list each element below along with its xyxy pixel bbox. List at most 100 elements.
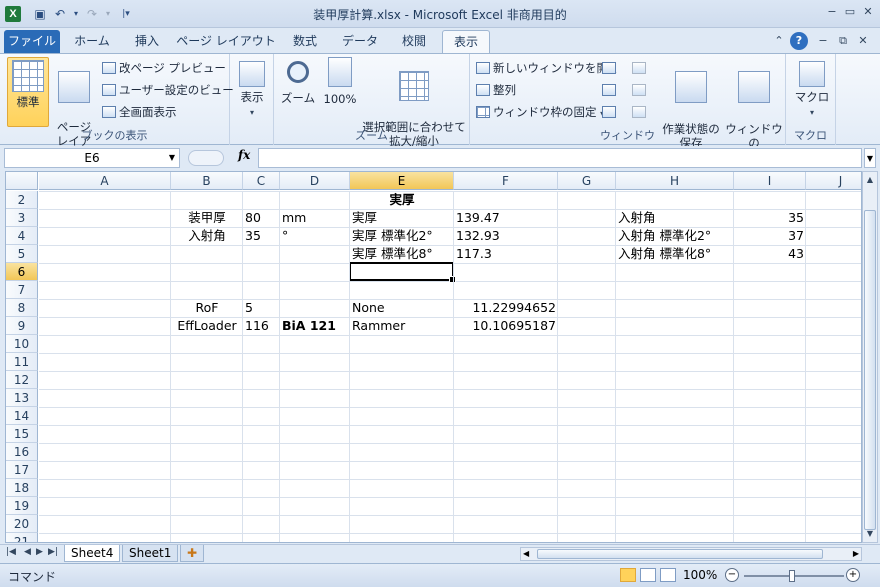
cell-h5[interactable]: 入射角 標準化8° [616, 245, 734, 263]
column-header-d[interactable]: D [280, 172, 350, 190]
row-header-16[interactable]: 16 [6, 443, 38, 461]
column-header-b[interactable]: B [171, 172, 243, 190]
unhide-button[interactable] [602, 103, 619, 121]
zoom-button[interactable]: ズーム [278, 57, 318, 105]
cell-b3[interactable]: 装甲厚 [171, 209, 243, 227]
insert-function-icon[interactable]: fx [238, 148, 250, 162]
row-header-11[interactable]: 11 [6, 353, 38, 371]
tab-page-layout[interactable]: ページ レイアウト [176, 30, 276, 53]
cell-e8[interactable]: None [350, 299, 454, 317]
row-header-12[interactable]: 12 [6, 371, 38, 389]
tab-review[interactable]: 校閲 [392, 30, 436, 53]
cell-d3[interactable]: mm [280, 209, 350, 227]
row-header-14[interactable]: 14 [6, 407, 38, 425]
cell-b8[interactable]: RoF [171, 299, 243, 317]
cell-f3[interactable]: 139.47 [454, 209, 558, 227]
cell-i3[interactable]: 35 [734, 209, 806, 227]
cell-f9[interactable]: 10.10695187 [454, 317, 558, 335]
select-all-corner[interactable] [6, 172, 38, 190]
cell-e5[interactable]: 実厚 標準化8° [350, 245, 454, 263]
normal-view-button[interactable]: 標準 [7, 57, 49, 127]
page-layout-status-icon[interactable] [640, 568, 656, 582]
cell-e2[interactable]: 実厚 [350, 191, 454, 209]
zoom-out-icon[interactable]: − [725, 568, 739, 582]
column-header-c[interactable]: C [243, 172, 280, 190]
show-button[interactable]: 表示 ▾ [234, 57, 270, 120]
workbook-minimize-button[interactable]: − [814, 32, 832, 50]
custom-views-button[interactable]: ユーザー設定のビュー [102, 81, 234, 99]
reset-window-position-button[interactable] [632, 103, 649, 121]
freeze-panes-button[interactable]: ウィンドウ枠の固定 ▾ [476, 103, 604, 121]
cell-c4[interactable]: 35 [243, 227, 280, 245]
row-header-13[interactable]: 13 [6, 389, 38, 407]
cell-i5[interactable]: 43 [734, 245, 806, 263]
page-break-status-icon[interactable] [660, 568, 676, 582]
full-screen-button[interactable]: 全画面表示 [102, 103, 177, 121]
tab-insert[interactable]: 挿入 [124, 30, 170, 53]
hide-button[interactable] [602, 81, 619, 99]
formula-input[interactable] [258, 148, 862, 168]
name-box[interactable]: E6 ▼ [4, 148, 180, 168]
maximize-button[interactable]: ▭ [840, 4, 860, 20]
tab-data[interactable]: データ [334, 30, 386, 53]
sheet-tab-sheet1[interactable]: Sheet1 [122, 545, 179, 562]
cell-f5[interactable]: 117.3 [454, 245, 558, 263]
expand-formula-bar-icon[interactable]: ▼ [864, 148, 876, 168]
scroll-down-icon[interactable]: ▼ [863, 526, 877, 542]
minimize-button[interactable]: − [822, 4, 842, 20]
tab-view[interactable]: 表示 [442, 30, 490, 53]
vertical-scrollbar[interactable]: ▲ ▼ [862, 171, 878, 543]
first-sheet-icon[interactable]: |◀ [6, 547, 16, 557]
sheet-tab-sheet4[interactable]: Sheet4 [64, 545, 121, 562]
cell-e3[interactable]: 実厚 [350, 209, 454, 227]
prev-sheet-icon[interactable]: ◀ [24, 547, 31, 557]
row-header-8[interactable]: 8 [6, 299, 38, 317]
cell-c8[interactable]: 5 [243, 299, 280, 317]
page-break-preview-button[interactable]: 改ページ プレビュー [102, 59, 226, 77]
horizontal-scrollbar[interactable]: ◀ ▶ [520, 547, 862, 561]
row-header-9[interactable]: 9 [6, 317, 38, 335]
arrange-all-button[interactable]: 整列 [476, 81, 516, 99]
next-sheet-icon[interactable]: ▶ [36, 547, 43, 557]
column-header-g[interactable]: G [558, 172, 616, 190]
active-cell-cursor[interactable] [349, 262, 456, 283]
row-header-2[interactable]: 2 [6, 191, 38, 209]
column-header-e[interactable]: E [350, 172, 454, 190]
tab-formulas[interactable]: 数式 [282, 30, 328, 53]
view-side-by-side-button[interactable] [632, 59, 649, 77]
help-icon[interactable]: ? [790, 32, 808, 50]
last-sheet-icon[interactable]: ▶| [48, 547, 58, 557]
scroll-left-icon[interactable]: ◀ [523, 548, 529, 560]
cell-c3[interactable]: 80 [243, 209, 280, 227]
column-header-f[interactable]: F [454, 172, 558, 190]
zoom-slider[interactable] [744, 570, 844, 582]
row-header-18[interactable]: 18 [6, 479, 38, 497]
row-header-17[interactable]: 17 [6, 461, 38, 479]
column-header-j[interactable]: J [806, 172, 861, 190]
new-window-button[interactable]: 新しいウィンドウを開く [476, 59, 620, 77]
cell-e9[interactable]: Rammer [350, 317, 454, 335]
vertical-scroll-thumb[interactable] [864, 210, 876, 530]
scroll-up-icon[interactable]: ▲ [863, 172, 877, 188]
worksheet-grid[interactable]: ABCDEFGHIJ 2 3 4 5 6 7 8 9 10 11 12 13 14 15 16 17 18 19 2… [5, 171, 862, 543]
cell-i4[interactable]: 37 [734, 227, 806, 245]
cell-h3[interactable]: 入射角 [616, 209, 734, 227]
scroll-right-icon[interactable]: ▶ [853, 548, 859, 560]
tab-home[interactable]: ホーム [66, 30, 118, 53]
zoom-level[interactable]: 100% [683, 568, 717, 582]
tab-file[interactable]: ファイル [4, 30, 60, 53]
row-header-6[interactable]: 6 [6, 263, 38, 281]
zoom-in-icon[interactable]: + [846, 568, 860, 582]
name-box-dropdown-icon[interactable]: ▼ [169, 149, 175, 167]
row-header-15[interactable]: 15 [6, 425, 38, 443]
zoom-slider-knob[interactable] [789, 570, 795, 582]
workbook-close-button[interactable]: ✕ [854, 32, 872, 50]
ribbon-collapse-icon[interactable]: ⌃ [770, 32, 788, 50]
sync-scrolling-button[interactable] [632, 81, 649, 99]
macros-button[interactable]: マクロ ▾ [792, 57, 832, 120]
row-header-3[interactable]: 3 [6, 209, 38, 227]
cell-d9[interactable]: BiA 121 [280, 317, 350, 335]
row-header-21[interactable]: 21 [6, 533, 38, 542]
row-header-5[interactable]: 5 [6, 245, 38, 263]
cell-h4[interactable]: 入射角 標準化2° [616, 227, 734, 245]
